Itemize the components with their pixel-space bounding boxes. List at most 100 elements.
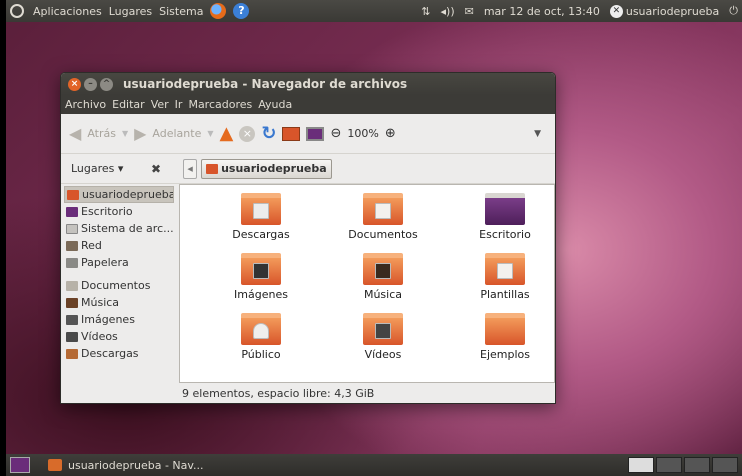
window-title: usuariodeprueba - Navegador de archivos <box>123 77 408 91</box>
toolbar: ◀ Atrás ▼ ▶ Adelante ▼ ▲ × ↻ ⊖ 100% ⊕ ▼ <box>61 114 555 154</box>
forward-arrow-icon[interactable]: ▶ <box>134 124 146 143</box>
window-titlebar[interactable]: × – ^ usuariodeprueba - Navegador de arc… <box>61 73 555 95</box>
desktop-icon <box>66 206 78 217</box>
top-panel: Aplicaciones Lugares Sistema ? ⇅ ◂)) ✉ m… <box>6 0 742 22</box>
mail-icon[interactable]: ✉ <box>465 5 474 18</box>
show-desktop-icon[interactable] <box>10 457 30 473</box>
file-label: Descargas <box>232 228 290 241</box>
sidebar-item-label: Red <box>81 239 102 252</box>
zoom-in-icon[interactable]: ⊕ <box>385 126 396 141</box>
menu-ir[interactable]: Ir <box>175 98 183 111</box>
workspace-4[interactable] <box>712 457 738 473</box>
home-folder-icon <box>206 163 219 174</box>
content-area: usuariodeprueba Escritorio Sistema de ar… <box>61 184 555 403</box>
downloads-folder-icon <box>241 193 281 225</box>
workspace-3[interactable] <box>684 457 710 473</box>
up-arrow-icon[interactable]: ▲ <box>220 123 234 144</box>
sidebar-item-desktop[interactable]: Escritorio <box>64 203 174 220</box>
sidebar-item-home[interactable]: usuariodeprueba <box>64 186 174 203</box>
sidebar-item-videos[interactable]: Vídeos <box>64 328 174 345</box>
menu-ayuda[interactable]: Ayuda <box>258 98 292 111</box>
sidebar-item-documents[interactable]: Documentos <box>64 277 174 294</box>
menu-marcadores[interactable]: Marcadores <box>188 98 252 111</box>
file-label: Vídeos <box>364 348 402 361</box>
file-item-ejemplos[interactable]: Ejemplos <box>444 313 555 373</box>
zoom-level: 100% <box>347 127 379 140</box>
file-label: Público <box>241 348 281 361</box>
zoom-out-icon[interactable]: ⊖ <box>330 126 341 141</box>
file-item-videos[interactable]: Vídeos <box>322 313 444 373</box>
sidebar-item-label: Papelera <box>81 256 129 269</box>
path-back-icon[interactable]: ◀ <box>183 158 198 179</box>
file-browser-window: × – ^ usuariodeprueba - Navegador de arc… <box>60 72 556 404</box>
network-icon[interactable]: ⇅ <box>421 5 430 18</box>
computer-icon[interactable] <box>306 126 325 141</box>
back-history-dropdown-icon[interactable]: ▼ <box>122 129 128 138</box>
user-menu[interactable]: ✕ usuariodeprueba <box>609 4 719 18</box>
workspace-2[interactable] <box>656 457 682 473</box>
menu-applications[interactable]: Aplicaciones <box>33 5 102 18</box>
network-icon <box>66 240 78 251</box>
workspace-switcher[interactable] <box>628 457 738 473</box>
sidebar-item-label: Vídeos <box>81 330 118 343</box>
file-item-plantillas[interactable]: Plantillas <box>444 253 555 313</box>
menu-editar[interactable]: Editar <box>112 98 145 111</box>
forward-button[interactable]: Adelante <box>152 127 201 140</box>
user-status-icon: ✕ <box>609 4 623 18</box>
images-folder-icon <box>66 314 78 325</box>
templates-folder-icon <box>485 253 525 285</box>
reload-icon[interactable]: ↻ <box>261 123 276 144</box>
sidebar-item-music[interactable]: Música <box>64 294 174 311</box>
file-item-publico[interactable]: Público <box>200 313 322 373</box>
places-dropdown[interactable]: Lugares ▾ <box>71 162 127 175</box>
sidebar-item-trash[interactable]: Papelera <box>64 254 174 271</box>
menu-places[interactable]: Lugares <box>109 5 152 18</box>
file-item-descargas[interactable]: Descargas <box>200 193 322 253</box>
menu-ver[interactable]: Ver <box>151 98 169 111</box>
stop-icon[interactable]: × <box>239 125 256 142</box>
file-item-escritorio[interactable]: Escritorio <box>444 193 555 253</box>
desktop: Aplicaciones Lugares Sistema ? ⇅ ◂)) ✉ m… <box>6 0 742 476</box>
file-item-imagenes[interactable]: Imágenes <box>200 253 322 313</box>
sidebar-item-label: Documentos <box>81 279 151 292</box>
ubuntu-logo-icon[interactable] <box>10 4 24 18</box>
workspace-1[interactable] <box>628 457 654 473</box>
file-label: Plantillas <box>480 288 530 301</box>
file-label: Imágenes <box>234 288 288 301</box>
taskbar-item-file-browser[interactable]: usuariodeprueba - Nav... <box>42 456 217 474</box>
sidebar-item-filesystem[interactable]: Sistema de arc... <box>64 220 174 237</box>
back-arrow-icon[interactable]: ◀ <box>69 124 81 143</box>
minimize-window-icon[interactable]: – <box>84 77 97 91</box>
documents-folder-icon <box>66 280 78 291</box>
view-mode-dropdown-icon[interactable]: ▼ <box>534 129 541 139</box>
file-item-musica[interactable]: Música <box>322 253 444 313</box>
back-button[interactable]: Atrás <box>87 127 116 140</box>
file-view[interactable]: Descargas Documentos Escritorio Imágenes <box>179 184 555 383</box>
home-folder-icon[interactable] <box>282 126 301 141</box>
desktop-folder-icon <box>485 193 525 225</box>
menu-archivo[interactable]: Archivo <box>65 98 106 111</box>
sidebar-item-network[interactable]: Red <box>64 237 174 254</box>
sidebar-item-downloads[interactable]: Descargas <box>64 345 174 362</box>
sidebar-item-label: Sistema de arc... <box>81 222 174 235</box>
file-item-documentos[interactable]: Documentos <box>322 193 444 253</box>
close-sidebar-icon[interactable]: ✖ <box>151 162 161 176</box>
path-crumb-label: usuariodeprueba <box>221 162 327 175</box>
clock[interactable]: mar 12 de oct, 13:40 <box>484 5 600 18</box>
maximize-window-icon[interactable]: ^ <box>100 77 113 91</box>
menubar: Archivo Editar Ver Ir Marcadores Ayuda <box>61 95 555 114</box>
sidebar-item-images[interactable]: Imágenes <box>64 311 174 328</box>
file-label: Escritorio <box>479 228 531 241</box>
examples-folder-icon <box>485 313 525 345</box>
taskbar-item-label: usuariodeprueba - Nav... <box>68 458 204 472</box>
forward-history-dropdown-icon[interactable]: ▼ <box>207 129 213 138</box>
help-icon[interactable]: ? <box>233 3 250 19</box>
power-icon[interactable]: ⏻ <box>729 4 738 18</box>
file-label: Música <box>363 288 403 301</box>
close-window-icon[interactable]: × <box>68 77 81 91</box>
firefox-icon[interactable] <box>210 3 227 19</box>
music-folder-icon <box>363 253 403 285</box>
menu-system[interactable]: Sistema <box>159 5 203 18</box>
volume-icon[interactable]: ◂)) <box>441 5 455 18</box>
path-crumb-home[interactable]: usuariodeprueba <box>201 158 332 179</box>
